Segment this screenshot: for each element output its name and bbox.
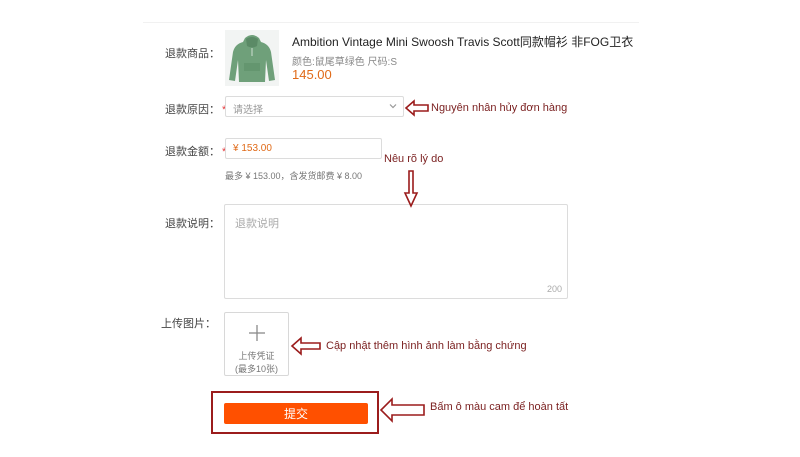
arrow-left-icon (290, 336, 321, 356)
arrow-left-icon (379, 397, 425, 423)
annotation-upload: Cập nhật thêm hình ảnh làm bằng chứng (326, 340, 527, 352)
annotation-reason: Nguyên nhân hủy đơn hàng (431, 102, 568, 114)
annotation-detail: Nêu rõ lý do (384, 153, 444, 165)
arrow-down-icon (403, 170, 419, 208)
annotation-arrows (290, 99, 429, 423)
annotation-submit: Bấm ô màu cam để hoàn tất (430, 401, 569, 413)
arrow-left-icon (404, 99, 429, 117)
